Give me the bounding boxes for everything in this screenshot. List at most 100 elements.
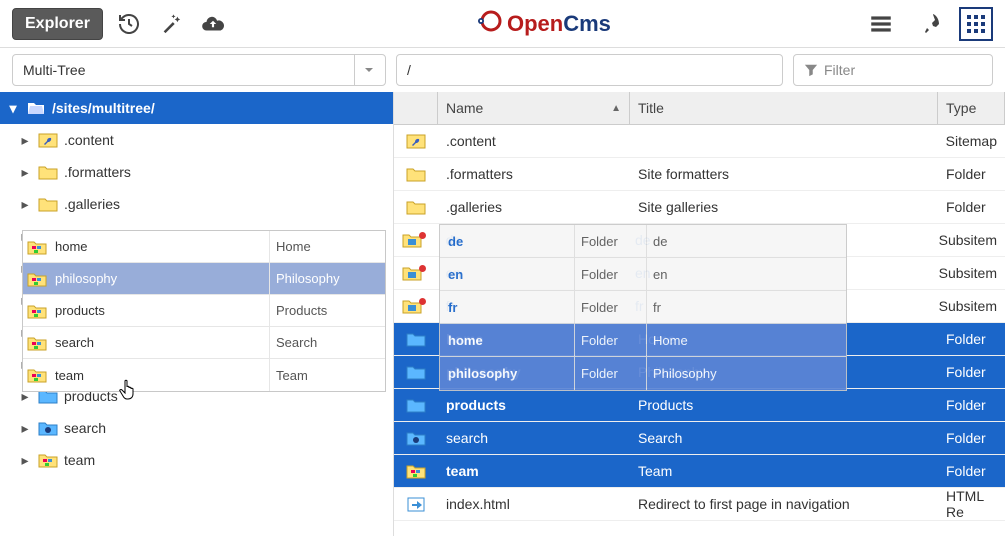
filter-input[interactable]: Filter — [793, 54, 993, 86]
expand-icon[interactable]: ▸ — [18, 196, 32, 213]
expand-icon[interactable]: ▾ — [6, 100, 20, 117]
cell-name: .galleries — [438, 191, 630, 223]
row-icon — [394, 191, 438, 223]
row-icon — [394, 125, 438, 157]
drag-preview-popup: home Home philosophy Philosophy products… — [22, 230, 386, 392]
folder-icon — [26, 99, 46, 117]
cell-title: Search — [630, 422, 938, 454]
table-row[interactable]: index.html Redirect to first page in nav… — [394, 488, 1005, 521]
opencms-logo: OpenCms — [473, 8, 611, 40]
tree-root-label: /sites/multitree/ — [52, 100, 155, 116]
cell-title: Site galleries — [630, 191, 938, 223]
cell-title: Site formatters — [630, 158, 938, 190]
row-icon — [394, 158, 438, 190]
tree-item-label: team — [64, 452, 95, 468]
sort-asc-icon: ▲ — [611, 103, 621, 114]
drag-preview-row: team Team — [23, 359, 385, 391]
row-icon — [394, 455, 438, 487]
cell-type: Subsitem — [931, 257, 1005, 289]
cell-name: search — [438, 422, 630, 454]
cell-type: Folder — [938, 422, 1005, 454]
expand-icon[interactable]: ▸ — [18, 420, 32, 437]
expand-icon[interactable]: ▸ — [18, 452, 32, 469]
row-icon — [394, 224, 438, 256]
tree-item[interactable]: ▸ .galleries — [0, 188, 393, 220]
cell-type: Subsitem — [931, 290, 1005, 322]
drag-preview-row: search Search — [23, 327, 385, 359]
folder-icon — [38, 163, 58, 181]
site-selector[interactable]: Multi-Tree — [12, 54, 386, 86]
column-icon[interactable] — [394, 92, 438, 124]
explorer-button[interactable]: Explorer — [12, 8, 103, 40]
cell-type: Folder — [938, 455, 1005, 487]
cell-type: Folder — [938, 191, 1005, 223]
file-table: Name ▲ Title Type .content Sitemap .form… — [394, 92, 1005, 536]
tree-item-label: .formatters — [64, 164, 131, 180]
wand-icon[interactable] — [155, 8, 187, 40]
cell-type: Folder — [938, 356, 1005, 388]
row-icon — [394, 389, 438, 421]
row-icon — [394, 323, 438, 355]
history-icon[interactable] — [113, 8, 145, 40]
column-name[interactable]: Name ▲ — [438, 92, 630, 124]
cell-type: Subsitem — [931, 224, 1005, 256]
rocket-icon[interactable] — [917, 8, 949, 40]
tree-item[interactable]: ▸ search — [0, 412, 393, 444]
row-icon — [394, 488, 438, 520]
folder-icon — [38, 419, 58, 437]
drag-preview-row: philosophy Philosophy — [23, 263, 385, 295]
app-switcher-icon[interactable] — [959, 7, 993, 41]
path-input[interactable]: / — [396, 54, 783, 86]
row-icon — [394, 257, 438, 289]
cell-type: Folder — [938, 158, 1005, 190]
tree-item[interactable]: ▸ .content — [0, 124, 393, 156]
folder-icon — [38, 131, 58, 149]
cell-name: .formatters — [438, 158, 630, 190]
location-bar: Multi-Tree / Filter — [0, 48, 1005, 92]
folder-icon — [38, 451, 58, 469]
expand-icon[interactable]: ▸ — [18, 164, 32, 181]
cell-name: team — [438, 455, 630, 487]
cell-type: HTML Re — [938, 488, 1005, 520]
filter-icon — [804, 63, 818, 77]
chevron-down-icon — [354, 55, 375, 85]
row-icon — [394, 290, 438, 322]
table-row[interactable]: products Products Folder — [394, 389, 1005, 422]
table-row[interactable]: team Team Folder — [394, 455, 1005, 488]
cell-type: Folder — [938, 323, 1005, 355]
cell-name: products — [438, 389, 630, 421]
tree-item[interactable]: ▸ .formatters — [0, 156, 393, 188]
drag-preview-row: products Products — [23, 295, 385, 327]
column-title[interactable]: Title — [630, 92, 938, 124]
table-row[interactable]: .galleries Site galleries Folder — [394, 191, 1005, 224]
tree-root[interactable]: ▾ /sites/multitree/ — [0, 92, 393, 124]
cell-title: Products — [630, 389, 938, 421]
tree-item-label: search — [64, 420, 106, 436]
cloud-upload-icon[interactable] — [197, 8, 229, 40]
table-row[interactable]: .content Sitemap — [394, 125, 1005, 158]
cell-title — [630, 125, 938, 157]
table-row[interactable]: .formatters Site formatters Folder — [394, 158, 1005, 191]
column-type[interactable]: Type — [938, 92, 1005, 124]
cell-name: .content — [438, 125, 630, 157]
table-row[interactable]: search Search Folder — [394, 422, 1005, 455]
tree-item[interactable]: ▸ team — [0, 444, 393, 476]
folder-icon — [38, 195, 58, 213]
expand-icon[interactable]: ▸ — [18, 132, 32, 149]
menu-icon[interactable] — [865, 8, 897, 40]
tree-item-label: .galleries — [64, 196, 120, 212]
table-header: Name ▲ Title Type — [394, 92, 1005, 125]
drag-preview-table: deFolderdeenFolderenfrFolderfrhomeFolder… — [439, 224, 847, 391]
cell-type: Sitemap — [938, 125, 1005, 157]
row-icon — [394, 422, 438, 454]
tree-sidebar: ▾ /sites/multitree/ ▸ .content▸ .formatt… — [0, 92, 394, 536]
row-icon — [394, 356, 438, 388]
cell-title: Team — [630, 455, 938, 487]
tree-item-label: .content — [64, 132, 114, 148]
cell-name: index.html — [438, 488, 630, 520]
cell-type: Folder — [938, 389, 1005, 421]
cell-title: Redirect to first page in navigation — [630, 488, 938, 520]
main-toolbar: Explorer OpenCms — [0, 0, 1005, 48]
site-selector-value: Multi-Tree — [23, 62, 86, 78]
drag-preview-row: home Home — [23, 231, 385, 263]
